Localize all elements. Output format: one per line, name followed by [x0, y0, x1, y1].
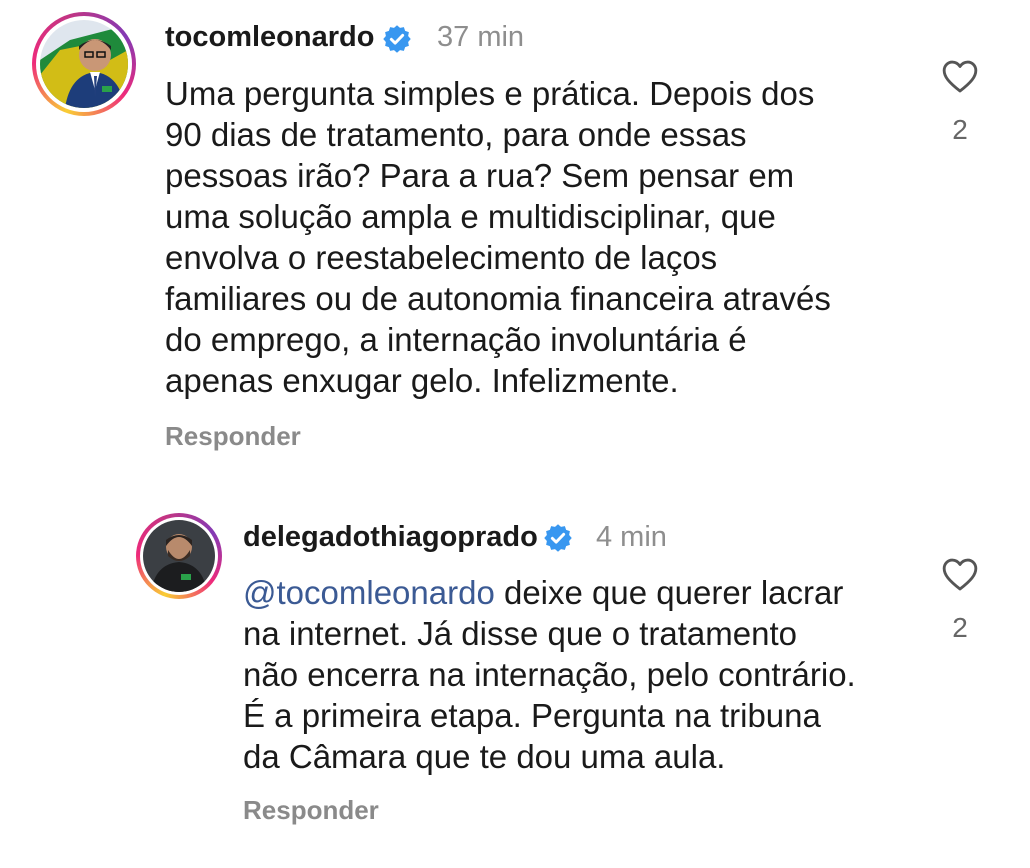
profile-photo-icon [143, 520, 215, 592]
comment-text-segment: deixe que querer lacrar [494, 574, 844, 611]
reply-button[interactable]: Responder [243, 795, 379, 826]
avatar[interactable] [143, 520, 215, 592]
comment-time: 4 min [596, 521, 667, 553]
comment-username[interactable]: delegadothiagoprado [243, 521, 538, 554]
heart-icon[interactable] [941, 556, 979, 592]
comment-line: na internet. Já disse que o tratamento [243, 615, 798, 652]
verified-badge-icon [544, 524, 572, 552]
comment-delegadothiagoprado: delegadothiagoprado 4 min @tocomleonardo… [0, 0, 1030, 868]
comment-line: da Câmara que te dou uma aula. [243, 738, 726, 775]
comment-line: não encerra na internação, pelo contrári… [243, 656, 856, 693]
mention-link[interactable]: @tocomleonardo [243, 574, 495, 611]
comment-text: @tocomleonardo deixe que querer lacrar n… [243, 572, 923, 777]
avatar-story-ring[interactable] [136, 513, 222, 599]
like-count: 2 [952, 612, 968, 643]
comment-line: @tocomleonardo deixe que querer lacrar [243, 572, 923, 613]
comment-line: É a primeira etapa. Pergunta na tribuna [243, 697, 821, 734]
